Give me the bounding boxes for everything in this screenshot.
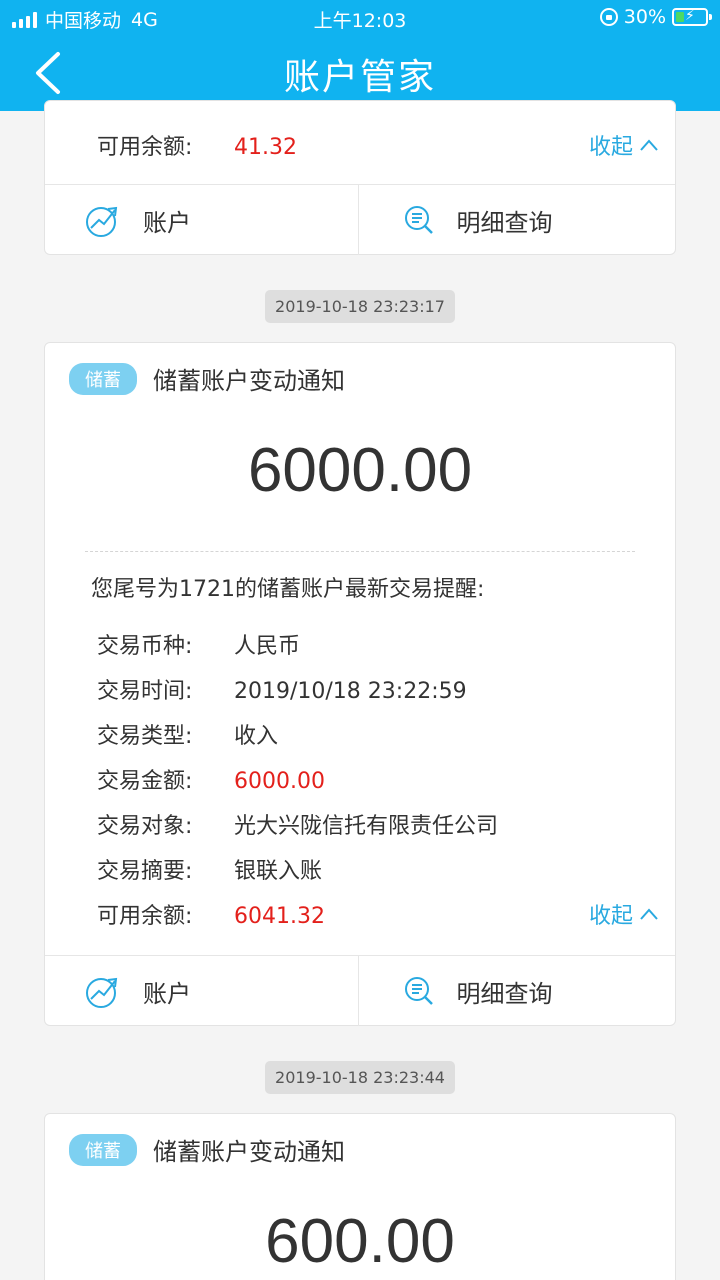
status-bar: 中国移动 4G 上午12:03 30% ⚡ <box>0 0 720 34</box>
detail-key: 可用余额: <box>97 904 193 929</box>
message-timestamp: 2019-10-18 23:23:17 <box>0 290 720 323</box>
detail-value: 光大兴陇信托有限责任公司 <box>234 814 499 839</box>
transaction-amount: 600.00 <box>265 1207 455 1276</box>
balance-row: 可用余额: 41.32 <box>97 129 297 161</box>
detail-row-summary: 交易摘要: 银联入账 <box>97 853 322 885</box>
status-right: 30% ⚡ <box>599 6 712 28</box>
balance-label: 可用余额: <box>97 135 193 160</box>
detail-row-amount: 交易金额: 6000.00 <box>97 763 325 795</box>
detail-row-type: 交易类型: 收入 <box>97 718 278 750</box>
message-card-deposit: 储蓄 储蓄账户变动通知 6000.00 您尾号为1721的储蓄账户最新交易提醒:… <box>44 342 676 1026</box>
account-button-label: 账户 <box>143 208 191 237</box>
account-type-tag: 储蓄 <box>69 1134 137 1166</box>
chevron-up-icon <box>640 139 658 151</box>
detail-key: 交易时间: <box>97 679 193 704</box>
detail-key: 交易类型: <box>97 724 193 749</box>
detail-value: 收入 <box>234 724 279 749</box>
detail-key: 交易对象: <box>97 814 193 839</box>
collapse-label: 收起 <box>588 904 633 929</box>
detail-row-counterparty: 交易对象: 光大兴陇信托有限责任公司 <box>97 808 498 840</box>
rotation-lock-icon <box>599 8 618 26</box>
detail-row-time: 交易时间: 2019/10/18 23:22:59 <box>97 673 467 705</box>
transaction-amount: 6000.00 <box>247 436 473 505</box>
account-type-tag: 储蓄 <box>69 363 137 395</box>
timestamp-label: 2019-10-18 23:23:44 <box>265 1061 455 1094</box>
collapse-label: 收起 <box>588 135 633 160</box>
detail-key: 交易金额: <box>97 769 193 794</box>
account-button[interactable]: 账户 <box>45 956 358 1026</box>
detail-value: 银联入账 <box>234 859 323 884</box>
growth-chart-icon <box>86 977 118 1008</box>
detail-query-button[interactable]: 明细查询 <box>357 185 676 255</box>
detail-value: 2019/10/18 23:22:59 <box>234 679 467 704</box>
detail-query-button[interactable]: 明细查询 <box>357 956 676 1026</box>
detail-value: 6041.32 <box>234 904 325 929</box>
detail-row-currency: 交易币种: 人民币 <box>97 628 300 660</box>
divider <box>85 551 635 552</box>
collapse-button[interactable]: 收起 <box>589 129 659 161</box>
card-title: 储蓄账户变动通知 <box>153 367 345 395</box>
card-footer: 账户 明细查询 <box>45 955 675 1026</box>
search-list-icon <box>404 206 433 234</box>
detail-key: 交易币种: <box>97 634 193 659</box>
detail-value: 6000.00 <box>234 769 325 794</box>
detail-query-label: 明细查询 <box>456 979 553 1008</box>
account-button[interactable]: 账户 <box>45 185 358 255</box>
header-bar: 中国移动 4G 上午12:03 30% ⚡ 账户管家 <box>0 0 720 111</box>
detail-query-label: 明细查询 <box>456 208 553 237</box>
message-timestamp: 2019-10-18 23:23:44 <box>0 1061 720 1094</box>
card-footer: 账户 明细查询 <box>45 184 675 255</box>
message-card-previous: 可用余额: 41.32 收起 账户 明细查询 <box>44 100 676 255</box>
message-card-deposit: 储蓄 储蓄账户变动通知 600.00 <box>44 1113 676 1280</box>
battery-percent: 30% <box>623 6 666 28</box>
battery-icon: ⚡ <box>672 8 712 26</box>
detail-row-balance: 可用余额: 6041.32 <box>97 898 325 930</box>
page-title: 账户管家 <box>283 57 436 98</box>
detail-value: 人民币 <box>234 634 301 659</box>
growth-chart-icon <box>86 206 118 237</box>
search-list-icon <box>404 977 433 1005</box>
chevron-up-icon <box>640 908 658 920</box>
collapse-button[interactable]: 收起 <box>589 898 659 930</box>
card-title: 储蓄账户变动通知 <box>153 1138 345 1166</box>
balance-value: 41.32 <box>234 135 297 160</box>
detail-key: 交易摘要: <box>97 859 193 884</box>
transaction-intro: 您尾号为1721的储蓄账户最新交易提醒: <box>91 577 485 602</box>
account-button-label: 账户 <box>143 979 191 1008</box>
timestamp-label: 2019-10-18 23:23:17 <box>265 290 455 323</box>
